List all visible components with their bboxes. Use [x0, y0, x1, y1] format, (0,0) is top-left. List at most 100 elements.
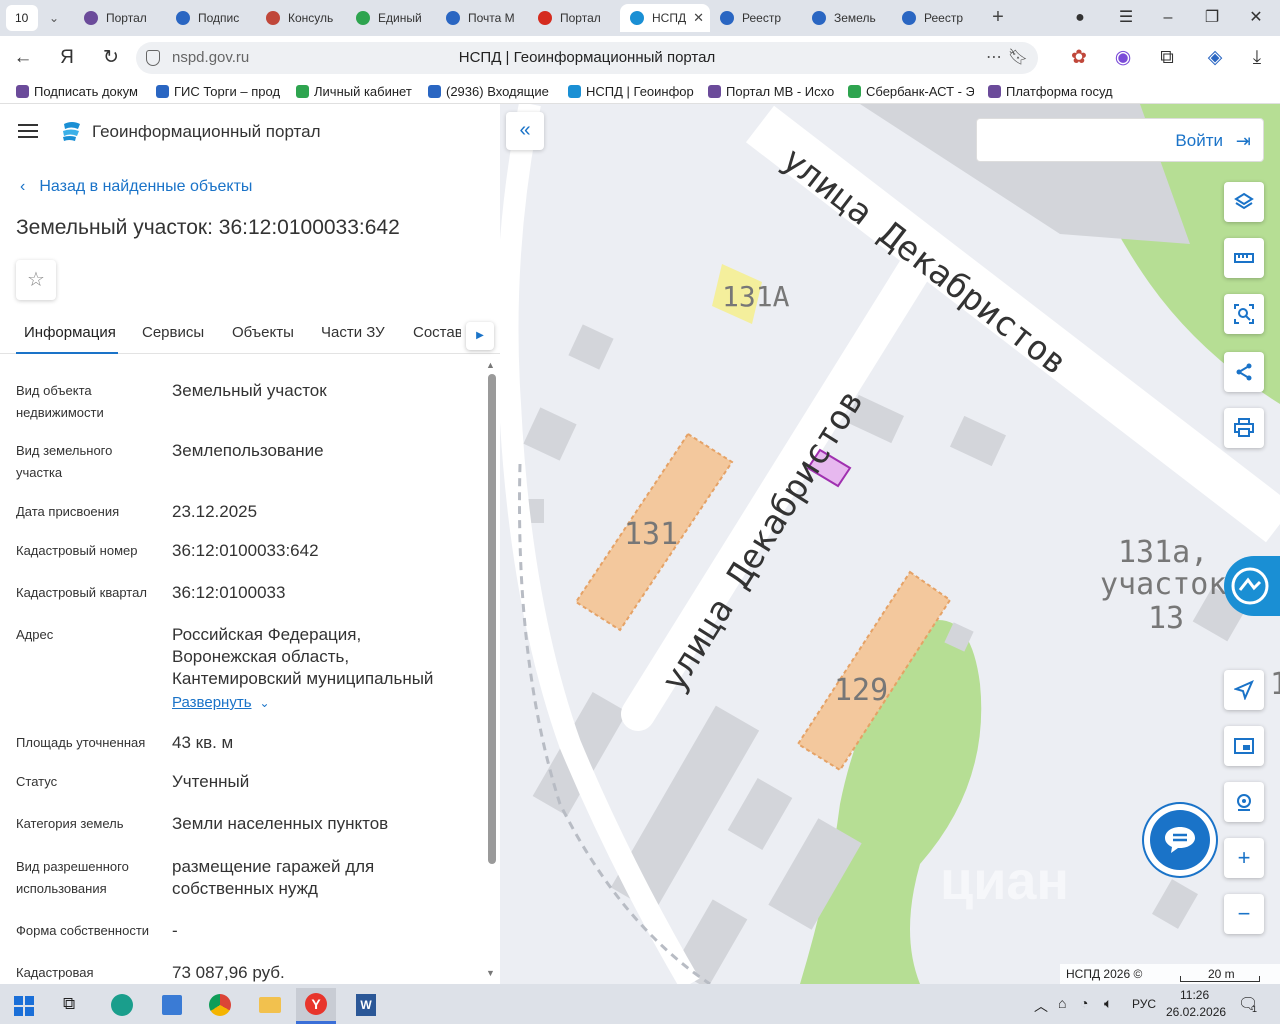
language-indicator[interactable]: РУС — [1132, 997, 1156, 1011]
hamburger-menu-icon[interactable] — [18, 124, 38, 138]
restore-icon[interactable]: ❐ — [1200, 6, 1224, 30]
new-tab-button[interactable]: + — [986, 6, 1010, 30]
store-icon — [162, 995, 182, 1015]
tab-objects[interactable]: Объекты — [232, 318, 294, 354]
show-hidden-icons-chevron-icon[interactable]: ︿ — [1034, 996, 1048, 1016]
taskbar-explorer[interactable] — [250, 988, 290, 1024]
browser-tab[interactable]: Подпис — [176, 4, 256, 32]
browser-tab[interactable]: Единый — [356, 4, 436, 32]
bookmark-icon[interactable]: 🔖︎ — [1008, 42, 1028, 74]
tab-favicon-icon — [176, 11, 190, 25]
browser-tab[interactable]: Портал — [538, 4, 618, 32]
network-icon[interactable]: ⌂ — [1058, 995, 1066, 1011]
translate-icon[interactable]: ◈ — [1202, 45, 1228, 71]
download-icon[interactable]: ⤓ — [1244, 45, 1270, 71]
tabs-scroll-right-icon[interactable]: ▶ — [466, 322, 494, 350]
share-icon — [1236, 363, 1252, 381]
login-button[interactable]: Войти ⇥ — [976, 118, 1264, 162]
tab-label: Почта M — [468, 11, 515, 25]
address-bar-row: ← Я ↻ nspd.gov.ru НСПД | Геоинформационн… — [0, 36, 1280, 80]
browser-tab[interactable]: Почта M — [446, 4, 526, 32]
favorite-star-button[interactable]: ☆ — [16, 260, 56, 300]
expand-address-link[interactable]: Развернуть ⌄ — [172, 694, 270, 711]
taskbar-edge[interactable] — [102, 988, 142, 1024]
bookmark-item[interactable]: ГИС Торги – прод — [156, 80, 282, 104]
chat-button[interactable] — [1150, 810, 1210, 870]
scroll-down-icon[interactable]: ▼ — [486, 968, 495, 978]
more-dots-icon[interactable]: ⋯ — [986, 42, 1002, 74]
bookmark-item[interactable]: Сбербанк-АСТ - Э — [848, 80, 974, 104]
area-search-button[interactable] — [1224, 294, 1264, 334]
layers-button[interactable] — [1224, 182, 1264, 222]
row-label: Площадь уточненная — [16, 735, 146, 750]
panel-scrollbar-thumb[interactable] — [488, 374, 496, 864]
print-button[interactable] — [1224, 408, 1264, 448]
extension-icon[interactable]: ◉ — [1110, 45, 1136, 71]
tab-favicon-icon — [902, 11, 916, 25]
back-to-results-link[interactable]: ‹ Назад в найденные объекты — [20, 178, 252, 196]
yandex-icon[interactable]: Я — [54, 45, 80, 71]
my-location-button[interactable] — [1224, 782, 1264, 822]
reload-icon[interactable]: ↻ — [98, 45, 124, 71]
info-tabs: Информация Сервисы Объекты Части ЗУ Сост… — [0, 318, 500, 354]
taskbar-word[interactable]: W — [346, 988, 386, 1024]
navigation-arrow-icon — [1234, 680, 1254, 700]
location-pin-icon — [1237, 794, 1251, 811]
bookmark-favicon-icon — [708, 85, 721, 98]
bookmark-item[interactable]: (2936) Входящие — [428, 80, 552, 104]
minimize-icon[interactable]: – — [1156, 6, 1180, 30]
bookmark-item[interactable]: Личный кабинет — [296, 80, 416, 104]
taskbar-yandex-browser[interactable]: Y — [296, 988, 336, 1024]
wifi-icon[interactable]: ◔ — [1080, 995, 1088, 1011]
back-arrow-icon[interactable]: ← — [10, 45, 36, 71]
browser-tab[interactable]: Портал — [84, 4, 164, 32]
browser-tab[interactable]: Реестр — [720, 4, 800, 32]
start-button[interactable] — [4, 988, 44, 1024]
tab-list-chevron-icon[interactable]: ⌄ — [40, 5, 68, 31]
menu-icon[interactable]: ☰ — [1114, 6, 1138, 30]
bookmark-item[interactable]: НСПД | Геоинфор — [568, 80, 694, 104]
volume-icon[interactable]: 🔈︎ — [1104, 995, 1112, 1012]
minimap-button[interactable] — [1224, 726, 1264, 766]
share-button[interactable] — [1224, 352, 1264, 392]
street-label: улица Декабристов — [654, 382, 872, 698]
bookmark-item[interactable]: Подписать докум — [16, 80, 142, 104]
portal-badge-button[interactable] — [1224, 556, 1280, 616]
extension-icon[interactable]: ✿ — [1066, 45, 1092, 71]
browser-tab[interactable]: Реестр — [902, 4, 982, 32]
locate-button[interactable] — [1224, 670, 1264, 710]
browser-tab[interactable]: Земель — [812, 4, 892, 32]
clock-time[interactable]: 11:26 — [1180, 988, 1209, 1002]
tab-count-button[interactable]: 10 — [6, 5, 38, 31]
task-view-button[interactable]: ⧉ — [52, 988, 92, 1024]
tab-parts[interactable]: Части ЗУ — [321, 318, 385, 354]
ruler-button[interactable] — [1224, 238, 1264, 278]
scroll-up-icon[interactable]: ▲ — [486, 360, 495, 370]
tab-favicon-icon — [538, 11, 552, 25]
close-tab-icon[interactable]: ✕ — [693, 4, 704, 32]
browser-tab[interactable]: Консуль — [266, 4, 346, 32]
tab-composition[interactable]: Состав — [413, 318, 461, 354]
bookmark-label: Личный кабинет — [314, 84, 412, 99]
browser-tab-active[interactable]: НСПД ✕ — [620, 4, 710, 32]
taskbar-store[interactable] — [152, 988, 192, 1024]
tab-information[interactable]: Информация — [16, 318, 118, 354]
tab-services[interactable]: Сервисы — [142, 318, 204, 354]
clock-date[interactable]: 26.02.2026 — [1166, 1005, 1226, 1019]
row-label: Статус — [16, 774, 58, 789]
building-number-label: 13 — [1148, 601, 1184, 636]
zoom-out-button[interactable]: − — [1224, 894, 1264, 934]
url-field[interactable]: nspd.gov.ru НСПД | Геоинформационный пор… — [136, 42, 1038, 74]
row-value-address: Российская Федерация, Воронежская област… — [172, 625, 434, 688]
tab-favicon-icon — [630, 11, 644, 25]
bookmark-item[interactable]: Портал МВ - Исхо — [708, 80, 834, 104]
collapse-panel-button[interactable]: « — [506, 112, 544, 150]
close-window-icon[interactable]: ✕ — [1244, 6, 1268, 30]
taskbar-chrome[interactable] — [200, 988, 240, 1024]
collections-icon[interactable]: ⧉ — [1154, 45, 1180, 71]
bookmark-item[interactable]: Платформа госуд — [988, 80, 1114, 104]
map-view[interactable]: улица Декабристов улица Декабристов 131А… — [500, 104, 1280, 984]
row-value: Земельный участок — [172, 381, 327, 400]
zoom-in-button[interactable]: + — [1224, 838, 1264, 878]
profile-icon[interactable]: ● — [1068, 6, 1092, 30]
